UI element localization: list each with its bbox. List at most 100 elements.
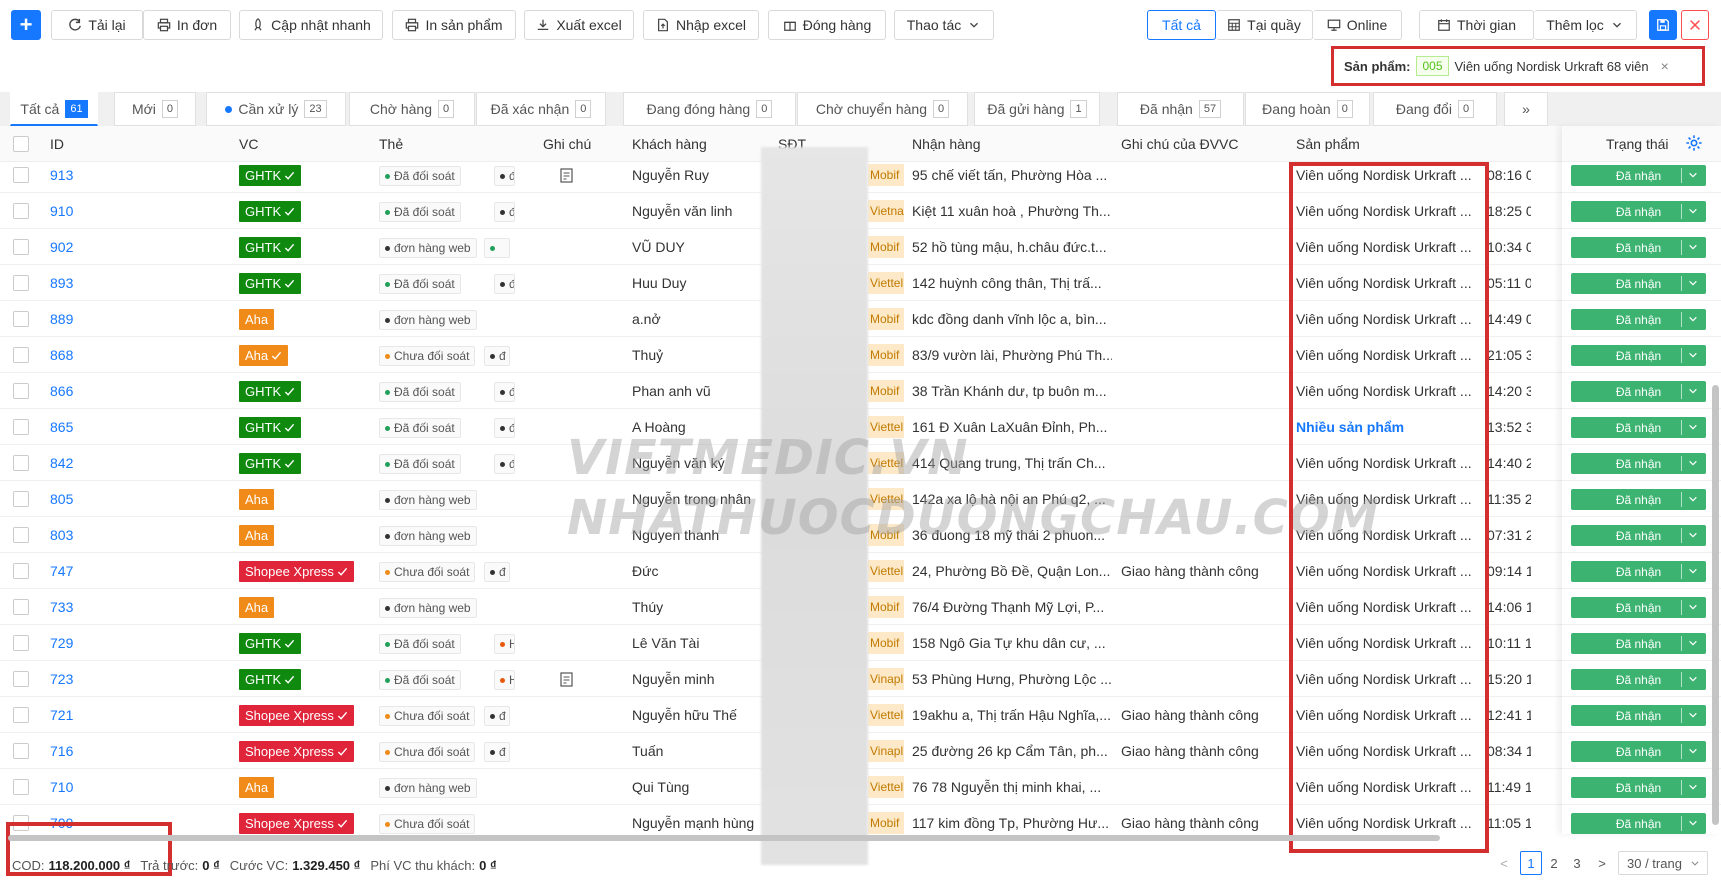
row-checkbox[interactable] bbox=[13, 239, 29, 255]
pack-button[interactable]: Đóng hàng bbox=[768, 10, 886, 40]
next-page-button[interactable]: > bbox=[1592, 851, 1612, 875]
customer-name: Nguyen thanh bbox=[632, 527, 720, 543]
row-checkbox[interactable] bbox=[13, 275, 29, 291]
row-checkbox[interactable] bbox=[13, 815, 29, 831]
column-id[interactable]: ID bbox=[50, 126, 64, 162]
more-filters-dropdown[interactable]: Thêm lọc bbox=[1534, 10, 1637, 40]
note-icon[interactable] bbox=[560, 672, 573, 687]
row-checkbox[interactable] bbox=[13, 743, 29, 759]
quick-update-button[interactable]: Cập nhật nhanh bbox=[239, 10, 383, 40]
gear-icon[interactable] bbox=[1685, 134, 1703, 152]
order-time: 05:11 04 bbox=[1487, 275, 1531, 291]
export-excel-button[interactable]: Xuất excel bbox=[524, 10, 634, 40]
order-id-link[interactable]: 868 bbox=[50, 337, 73, 373]
customer-name: Huu Duy bbox=[632, 275, 687, 291]
order-id-link[interactable]: 910 bbox=[50, 193, 73, 229]
tab-3[interactable]: Chờ hàng 0 bbox=[349, 92, 475, 126]
product-name[interactable]: Nhiều sản phẩm bbox=[1296, 409, 1476, 445]
row-checkbox[interactable] bbox=[13, 347, 29, 363]
row-checkbox[interactable] bbox=[13, 455, 29, 471]
tab-4[interactable]: Đã xác nhận 0 bbox=[476, 92, 606, 126]
column-note[interactable]: Ghi chú bbox=[543, 126, 591, 162]
order-id-link[interactable]: 747 bbox=[50, 553, 73, 589]
tab-7[interactable]: Đã gửi hàng 1 bbox=[974, 92, 1100, 126]
print-order-button[interactable]: In đơn bbox=[143, 10, 231, 40]
tag-secondary: đơn bbox=[494, 202, 515, 222]
order-id-link[interactable]: 723 bbox=[50, 661, 73, 697]
row-checkbox[interactable] bbox=[13, 527, 29, 543]
row-checkbox[interactable] bbox=[13, 311, 29, 327]
column-tags[interactable]: Thẻ bbox=[379, 126, 403, 162]
row-checkbox[interactable] bbox=[13, 671, 29, 687]
reload-button[interactable]: Tải lại bbox=[51, 10, 143, 40]
row-checkbox[interactable] bbox=[13, 635, 29, 651]
order-id-link[interactable]: 865 bbox=[50, 409, 73, 445]
export-excel-label: Xuất excel bbox=[556, 17, 622, 33]
tag-primary: Chưa đối soát bbox=[379, 706, 476, 726]
order-id-link[interactable]: 842 bbox=[50, 445, 73, 481]
order-id-link[interactable]: 709 bbox=[50, 805, 73, 834]
order-id-link[interactable]: 866 bbox=[50, 373, 73, 409]
carrier-name: GHTK bbox=[245, 168, 282, 183]
tab-0[interactable]: Tất cả 61 bbox=[10, 92, 98, 126]
column-vc[interactable]: VC bbox=[239, 126, 258, 162]
scope-online-button[interactable]: Online bbox=[1313, 10, 1402, 40]
order-id-link[interactable]: 805 bbox=[50, 481, 73, 517]
page-3-button[interactable]: 3 bbox=[1566, 851, 1588, 875]
column-carrier-note[interactable]: Ghi chú của ĐVVC bbox=[1121, 126, 1239, 162]
row-checkbox[interactable] bbox=[13, 383, 29, 399]
scope-counter-button[interactable]: Tại quầy bbox=[1216, 10, 1313, 40]
row-checkbox[interactable] bbox=[13, 419, 29, 435]
tab-6[interactable]: Chờ chuyển hàng 0 bbox=[797, 92, 968, 126]
order-id-link[interactable]: 729 bbox=[50, 625, 73, 661]
vertical-scrollbar[interactable] bbox=[1712, 385, 1719, 825]
row-checkbox[interactable] bbox=[13, 203, 29, 219]
order-id-link[interactable]: 733 bbox=[50, 589, 73, 625]
import-excel-button[interactable]: Nhập excel bbox=[643, 10, 759, 40]
tag-primary: Đã đối soát bbox=[379, 202, 461, 222]
time-filter-button[interactable]: Thời gian bbox=[1419, 10, 1534, 40]
tab-8[interactable]: Đã nhận 57 bbox=[1117, 92, 1244, 126]
tag-primary: Đã đối soát bbox=[379, 274, 461, 294]
column-receive[interactable]: Nhận hàng bbox=[912, 126, 981, 162]
scope-all-button[interactable]: Tất cả bbox=[1147, 10, 1216, 40]
save-filter-button[interactable] bbox=[1649, 10, 1677, 40]
order-id-link[interactable]: 716 bbox=[50, 733, 73, 769]
remove-filter-icon[interactable]: × bbox=[1661, 58, 1669, 74]
order-id-link[interactable]: 803 bbox=[50, 517, 73, 553]
page-2-button[interactable]: 2 bbox=[1543, 851, 1565, 875]
tab-10[interactable]: Đang đổi 0 bbox=[1373, 92, 1497, 126]
column-product[interactable]: Sản phẩm bbox=[1296, 126, 1360, 162]
select-all-checkbox[interactable] bbox=[13, 136, 29, 152]
row-checkbox[interactable] bbox=[13, 563, 29, 579]
row-checkbox[interactable] bbox=[13, 779, 29, 795]
order-id-link[interactable]: 710 bbox=[50, 769, 73, 805]
order-id-link[interactable]: 902 bbox=[50, 229, 73, 265]
tabs-more-button[interactable]: » bbox=[1504, 92, 1548, 126]
cod-value: 118.200.000 ₫ bbox=[48, 857, 131, 873]
actions-dropdown[interactable]: Thao tác bbox=[894, 10, 994, 40]
order-id-link[interactable]: 893 bbox=[50, 265, 73, 301]
row-checkbox[interactable] bbox=[13, 599, 29, 615]
prev-page-button[interactable]: < bbox=[1494, 851, 1514, 875]
print-product-button[interactable]: In sản phẩm bbox=[392, 10, 516, 40]
clear-filter-button[interactable] bbox=[1681, 10, 1709, 40]
row-checkbox[interactable] bbox=[13, 491, 29, 507]
tab-5[interactable]: Đang đóng hàng 0 bbox=[623, 92, 796, 126]
order-id-link[interactable]: 913 bbox=[50, 162, 73, 193]
note-icon[interactable] bbox=[560, 168, 573, 183]
row-checkbox[interactable] bbox=[13, 707, 29, 723]
carrier-name: Aha bbox=[245, 492, 269, 507]
page-1-button[interactable]: 1 bbox=[1520, 851, 1542, 875]
page-size-select[interactable]: 30 / trang bbox=[1618, 851, 1708, 875]
row-checkbox[interactable] bbox=[13, 167, 29, 183]
order-id-link[interactable]: 721 bbox=[50, 697, 73, 733]
tab-2[interactable]: Cần xử lý 23 bbox=[206, 92, 346, 126]
tab-1[interactable]: Mới 0 bbox=[114, 92, 196, 126]
horizontal-scrollbar[interactable] bbox=[8, 835, 1440, 841]
customer-name: Thuỷ bbox=[632, 347, 664, 363]
tab-9[interactable]: Đang hoàn 0 bbox=[1245, 92, 1370, 126]
add-order-button[interactable]: + bbox=[11, 10, 41, 40]
order-id-link[interactable]: 889 bbox=[50, 301, 73, 337]
column-customer[interactable]: Khách hàng bbox=[632, 126, 707, 162]
